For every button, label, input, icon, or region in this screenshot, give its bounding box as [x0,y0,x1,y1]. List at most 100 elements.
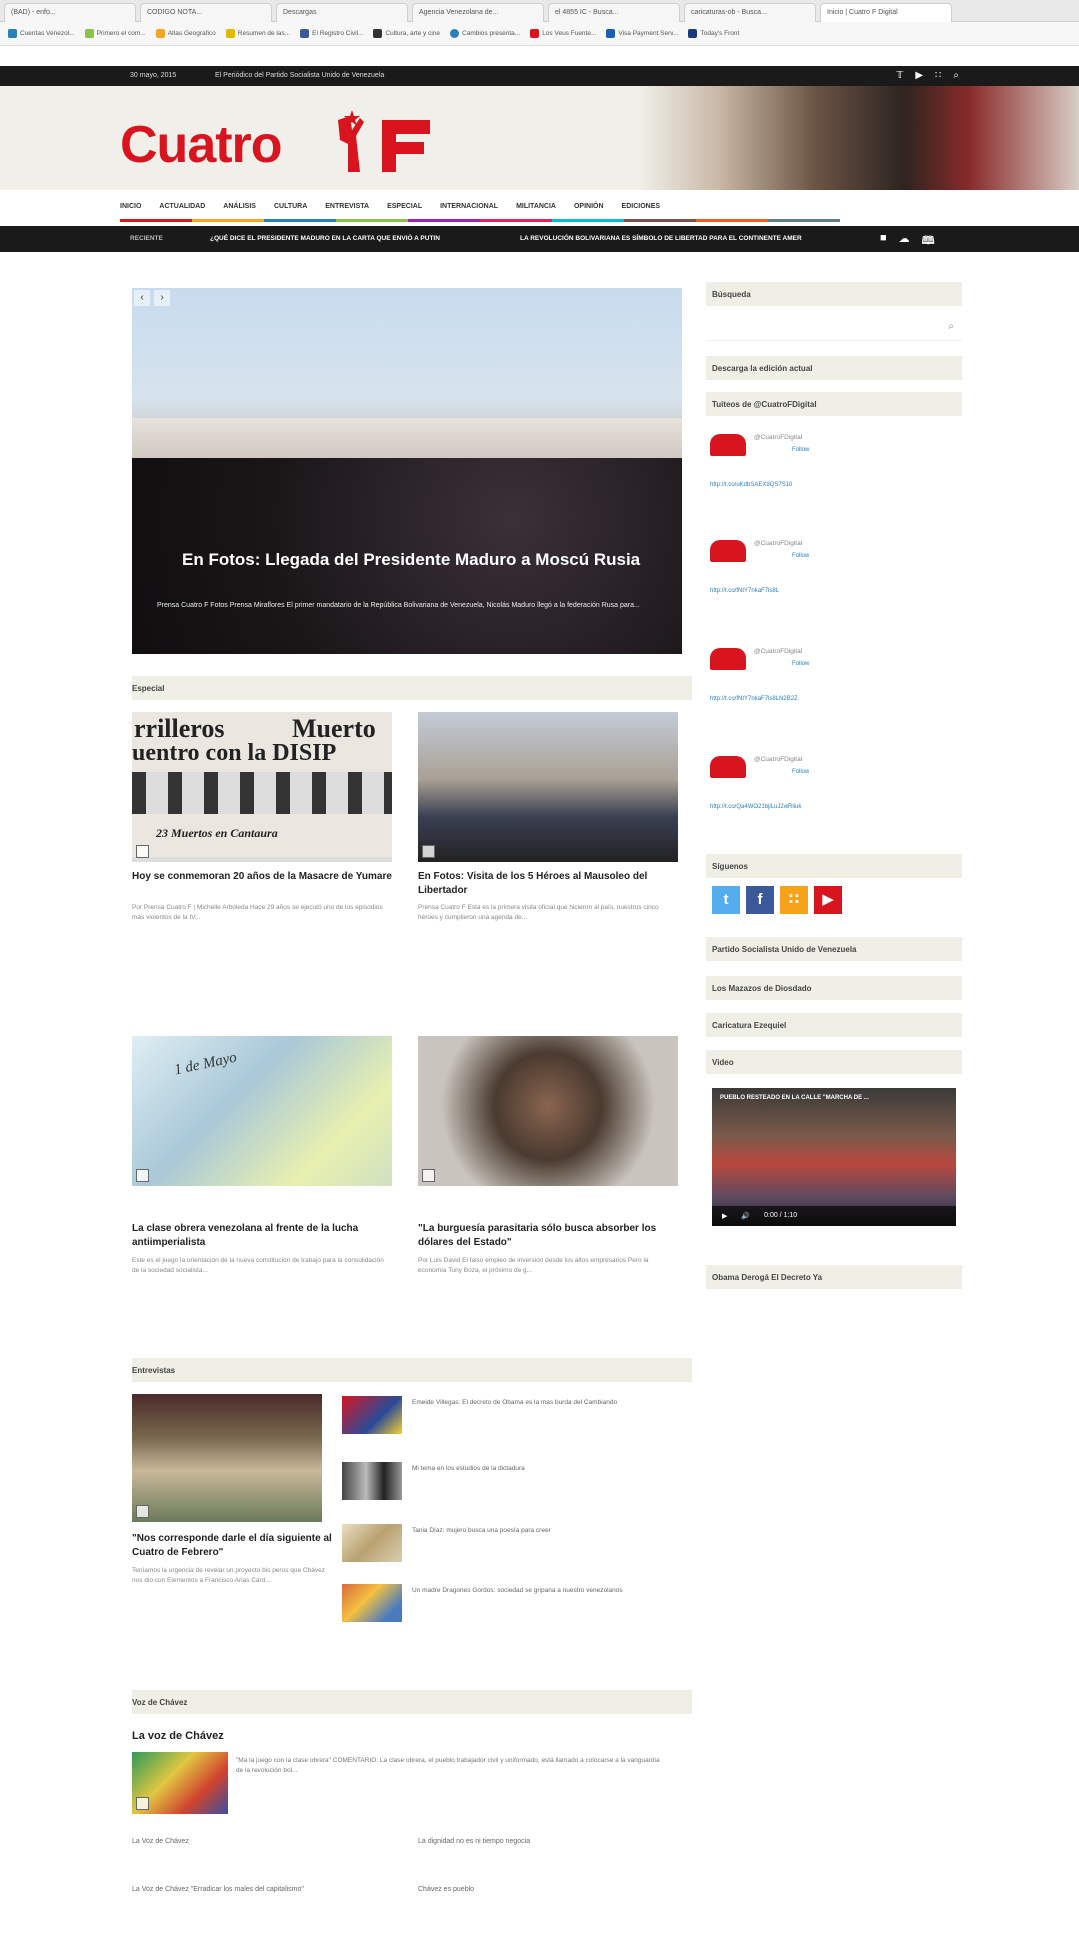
site-logo[interactable]: Cuatro [120,115,283,175]
tweet-link[interactable]: http://t.co/Qa4WO21bjlLuJ2wRliuk [710,804,801,810]
browser-tab[interactable]: Descargas [276,3,408,22]
browser-tab[interactable]: caricaturas-ob - Busca... [684,3,816,22]
nav-item-internacional[interactable]: INTERNACIONAL [440,198,498,220]
voz-title[interactable]: La voz de Chávez [132,1730,224,1742]
bookmark[interactable]: Cultura, arte y cine [373,29,440,38]
nav-item-analisis[interactable]: ANÁLISIS [223,198,256,220]
list-item[interactable]: Emeide Villegas: El decreto de Obama es … [342,1396,672,1440]
article-image[interactable] [132,1752,228,1814]
search-icon[interactable]: ⌕ [953,70,959,81]
article-title[interactable]: Hoy se conmemoran 20 años de la Masacre … [132,870,400,884]
tweet-link[interactable]: http://t.co/uKdbSAEX9QS7S10 [710,482,792,488]
cloud-icon[interactable]: ☁ [899,232,910,251]
nav-item-inicio[interactable]: INICIO [120,198,141,220]
twitter-icon[interactable]: 𝕋 [896,70,903,81]
browser-tab[interactable]: (BAD) - enfo... [4,3,136,22]
facebook-icon[interactable]: f [746,886,774,914]
slider-prev-icon[interactable]: ‹ [134,290,150,306]
nav-item-cultura[interactable]: CULTURA [274,198,307,220]
article-excerpt: Prensa Cuatro F Esta es la primera visit… [418,904,659,921]
follow-button[interactable]: Follow [792,553,809,559]
play-icon[interactable]: ▶ [722,1212,727,1220]
bookmark[interactable]: El Registro Civil... [300,29,363,38]
list-item[interactable]: Mi tema en los estudios de la dictadura [342,1462,672,1506]
nav-item-ediciones[interactable]: EDICIONES [622,198,661,220]
browser-tab-active[interactable]: Inicio | Cuatro F Digital [820,3,952,22]
tweet-handle[interactable]: @CuatroFDigital [754,648,802,655]
nav-item-especial[interactable]: ESPECIAL [387,198,422,220]
bookmark-icon [300,29,310,38]
browser-tab[interactable]: Agencia Venezolana de... [412,3,544,22]
article-title[interactable]: En Fotos: Visita de los 5 Héroes al Maus… [418,870,686,898]
sidebar-link[interactable]: Obama Derogá El Decreto Ya [706,1265,962,1289]
sidebar-link[interactable]: Caricatura Ezequiel [706,1013,962,1037]
voz-link[interactable]: La dignidad no es ni tiempo negocia [418,1838,530,1845]
search-icon[interactable]: ⌕ [948,321,954,332]
follow-button[interactable]: Follow [792,661,809,667]
follow-button[interactable]: Follow [792,769,809,775]
book-icon[interactable]: 🕮 [922,232,935,251]
rss-icon[interactable]: ∷ [780,886,808,914]
article-image[interactable]: 1 de Mayo [132,1036,392,1186]
volume-icon[interactable]: 🔊 [741,1212,750,1220]
bookmark[interactable]: Primero el com... [84,29,146,38]
list-item-title[interactable]: Tania Díaz: mujero busca una poesía para… [412,1526,662,1536]
article-title[interactable]: "La burguesía parasitaria sólo busca abs… [418,1222,686,1250]
article-image[interactable] [132,1394,322,1522]
bookmark[interactable]: Atlas Geografico [155,29,216,38]
nav-item-entrevista[interactable]: ENTREVISTA [325,198,369,220]
sidebar-link[interactable]: Los Mazazos de Diosdado [706,976,962,1000]
search-input[interactable]: ⌕ [706,315,962,341]
ticker-pause-icon[interactable]: ■ [880,232,887,251]
voz-link[interactable]: La Voz de Chávez "Erradicar los males de… [132,1886,304,1893]
article-image[interactable]: rrilleros Muerto uentro con la DISIP 23 … [132,712,392,862]
tweet-link[interactable]: http://t.co/fNtY7nkaF7ls8L [710,588,779,594]
tweet-link[interactable]: http://t.co/fNtY7nkaF7ls8LN2B2Z [710,696,798,702]
voz-link[interactable]: Chávez es pueblo [418,1886,474,1893]
list-item[interactable]: Un madre Dragones Gordos: sociedad se gr… [342,1584,672,1628]
rss-icon[interactable]: ∷ [935,70,941,81]
ticker-item[interactable]: ¿QUÉ DICE EL PRESIDENTE MADURO EN LA CAR… [210,235,440,242]
bookmark-icon [688,29,698,38]
nav-color-segment [408,219,480,222]
list-item-title[interactable]: Mi tema en los estudios de la dictadura [412,1464,662,1474]
avatar[interactable] [710,756,746,778]
bookmark[interactable]: Cuentas Venezol... [8,29,75,38]
twitter-icon[interactable]: t [712,886,740,914]
video-player[interactable]: PUEBLO RESTEADO EN LA CALLE "MARCHA DE .… [712,1088,956,1226]
slider-caption[interactable]: En Fotos: Llegada del Presidente Maduro … [182,550,640,570]
list-item-title[interactable]: Un madre Dragones Gordos: sociedad se gr… [412,1586,662,1596]
avatar[interactable] [710,540,746,562]
bookmark-icon [84,29,94,38]
bookmark[interactable]: Visa Payment Serv... [606,29,678,38]
bookmark[interactable]: Today's Front [688,29,739,38]
list-item[interactable]: Tania Díaz: mujero busca una poesía para… [342,1524,672,1568]
sidebar-download-link[interactable]: Descarga la edición actual [706,356,962,380]
nav-item-actualidad[interactable]: ACTUALIDAD [159,198,205,220]
browser-tab[interactable]: el 4855 IC - Busca... [548,3,680,22]
ticker-item[interactable]: LA REVOLUCIÓN BOLIVARIANA ES SÍMBOLO DE … [520,235,802,242]
nav-item-opinion[interactable]: OPINIÓN [574,198,604,220]
follow-button[interactable]: Follow [792,447,809,453]
article-title[interactable]: La clase obrera venezolana al frente de … [132,1222,400,1250]
avatar[interactable] [710,434,746,456]
list-item-title[interactable]: Emeide Villegas: El decreto de Obama es … [412,1398,662,1408]
voz-link[interactable]: La Voz de Chávez [132,1838,189,1845]
article-title[interactable]: "Nos corresponde darle el día siguiente … [132,1532,332,1560]
tweet-handle[interactable]: @CuatroFDigital [754,540,802,547]
slider-next-icon[interactable]: › [154,290,170,306]
article-image[interactable] [418,712,678,862]
bookmark[interactable]: Cambios presenta... [450,29,520,38]
tweet-handle[interactable]: @CuatroFDigital [754,756,802,763]
bookmark[interactable]: Los Veus Fuente... [530,29,596,38]
tweet-handle[interactable]: @CuatroFDigital [754,434,802,441]
avatar[interactable] [710,648,746,670]
sidebar-link[interactable]: Partido Socialista Unido de Venezuela [706,937,962,961]
featured-slider[interactable]: ‹ › En Fotos: Llegada del Presidente Mad… [132,288,682,654]
youtube-icon[interactable]: ▶ [915,70,923,81]
bookmark[interactable]: Resumen de las... [225,29,290,38]
youtube-icon[interactable]: ▶ [814,886,842,914]
nav-item-militancia[interactable]: MILITANCIA [516,198,556,220]
article-image[interactable] [418,1036,678,1186]
browser-tab[interactable]: CODIGO NOTA... [140,3,272,22]
